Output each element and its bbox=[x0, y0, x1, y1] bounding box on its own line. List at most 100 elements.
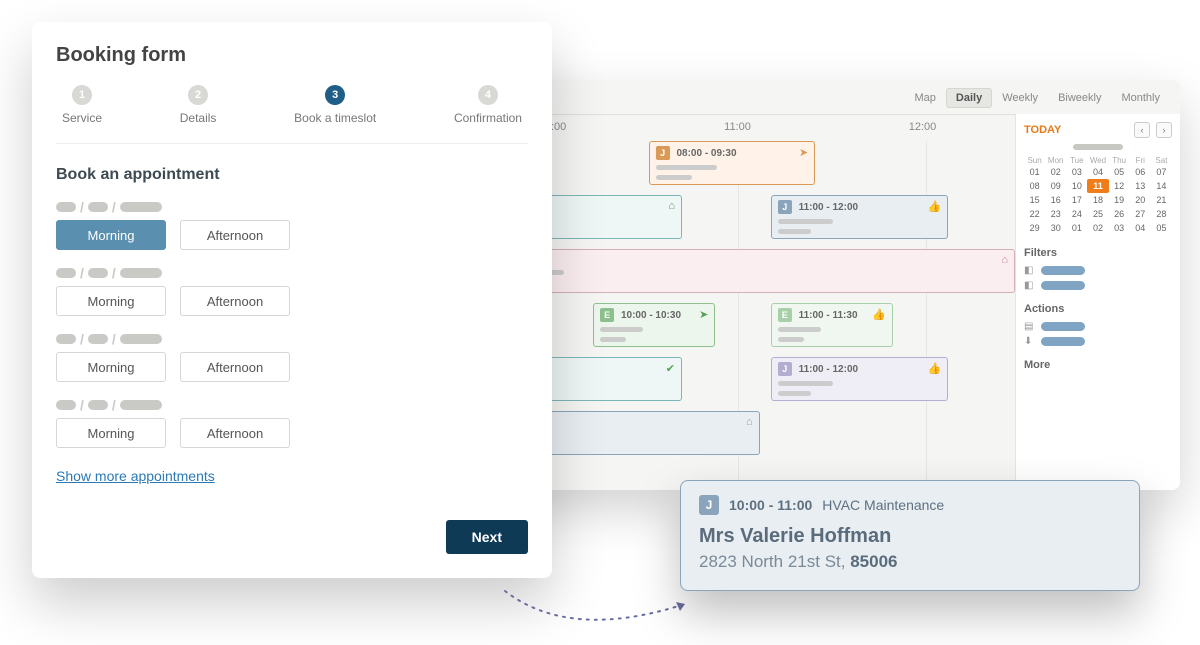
slot-morning-button[interactable]: Morning bbox=[56, 220, 166, 250]
mini-calendar-day[interactable]: 18 bbox=[1087, 193, 1108, 207]
thumbs-up-icon: 👍 bbox=[928, 200, 942, 213]
slot-afternoon-button[interactable]: Afternoon bbox=[180, 220, 290, 250]
action-item[interactable] bbox=[1041, 337, 1085, 346]
detail-tag: J bbox=[699, 495, 719, 515]
mini-calendar-day[interactable]: 08 bbox=[1024, 179, 1045, 193]
event-time: 11:00 - 11:30 bbox=[799, 310, 858, 321]
mini-calendar-day[interactable]: 15 bbox=[1024, 193, 1045, 207]
mini-calendar-day[interactable]: 29 bbox=[1024, 221, 1045, 235]
mini-calendar-day[interactable]: 04 bbox=[1130, 221, 1151, 235]
tab-monthly[interactable]: Monthly bbox=[1111, 88, 1170, 108]
mini-calendar-day[interactable]: 03 bbox=[1109, 221, 1130, 235]
slot-morning-button[interactable]: Morning bbox=[56, 286, 166, 316]
mini-calendar-day[interactable]: 02 bbox=[1045, 165, 1066, 179]
step-dot: 2 bbox=[188, 85, 208, 105]
mini-calendar-day[interactable]: 16 bbox=[1045, 193, 1066, 207]
mini-calendar-day[interactable]: 22 bbox=[1024, 207, 1045, 221]
appointment-detail-card: J 10:00 - 11:00 HVAC Maintenance Mrs Val… bbox=[680, 480, 1140, 591]
mini-calendar-day[interactable]: 21 bbox=[1151, 193, 1172, 207]
mini-calendar-day[interactable]: 14 bbox=[1151, 179, 1172, 193]
next-button[interactable]: › bbox=[1156, 122, 1172, 138]
detail-customer: Mrs Valerie Hoffman bbox=[699, 525, 1121, 548]
home-icon: ⌂ bbox=[746, 416, 753, 428]
show-more-link[interactable]: Show more appointments bbox=[56, 468, 215, 484]
detail-street: 2823 North 21st St, bbox=[699, 552, 850, 571]
next-button[interactable]: Next bbox=[446, 520, 528, 554]
dow: Tue bbox=[1066, 156, 1087, 165]
mini-calendar-day[interactable]: 02 bbox=[1087, 221, 1108, 235]
event-tag: J bbox=[778, 200, 792, 214]
event-tag: J bbox=[778, 362, 792, 376]
event-tag: J bbox=[656, 146, 670, 160]
detail-header: J 10:00 - 11:00 HVAC Maintenance bbox=[699, 495, 1121, 515]
mini-calendar-day[interactable]: 26 bbox=[1109, 207, 1130, 221]
booking-subheading: Book an appointment bbox=[56, 166, 528, 184]
mini-calendar-day[interactable]: 10 bbox=[1066, 179, 1087, 193]
mini-calendar-day[interactable]: 05 bbox=[1109, 165, 1130, 179]
today-button[interactable]: TODAY bbox=[1024, 124, 1061, 136]
mini-calendar-day[interactable]: 04 bbox=[1087, 165, 1108, 179]
mini-calendar-day[interactable]: 25 bbox=[1087, 207, 1108, 221]
connector-arrow bbox=[500, 586, 700, 636]
mini-calendar-day[interactable]: 19 bbox=[1109, 193, 1130, 207]
home-icon: ⌂ bbox=[668, 200, 675, 212]
detail-service: HVAC Maintenance bbox=[822, 497, 944, 513]
mini-calendar-day[interactable]: 11 bbox=[1087, 179, 1108, 193]
event-card[interactable]: J 11:00 - 12:00 👍 bbox=[771, 195, 949, 239]
mini-calendar-day[interactable]: 07 bbox=[1151, 165, 1172, 179]
event-card[interactable]: J 08:00 - 09:30 ➤ bbox=[649, 141, 816, 185]
event-time: 11:00 - 12:00 bbox=[799, 202, 859, 213]
slot-afternoon-button[interactable]: Afternoon bbox=[180, 286, 290, 316]
tab-weekly[interactable]: Weekly bbox=[992, 88, 1048, 108]
mini-calendar-day[interactable]: 12 bbox=[1109, 179, 1130, 193]
mini-calendar-day[interactable]: 24 bbox=[1066, 207, 1087, 221]
dow: Mon bbox=[1045, 156, 1066, 165]
mini-calendar-day[interactable]: 01 bbox=[1024, 165, 1045, 179]
tab-map[interactable]: Map bbox=[904, 88, 945, 108]
slot-group: // Morning Afternoon bbox=[56, 334, 528, 382]
date-placeholder: // bbox=[56, 202, 528, 212]
mini-calendar-day[interactable]: 30 bbox=[1045, 221, 1066, 235]
mini-calendar-day[interactable]: 05 bbox=[1151, 221, 1172, 235]
event-card[interactable]: E 10:00 - 10:30 ➤ bbox=[593, 303, 715, 347]
slot-group: // Morning Afternoon bbox=[56, 400, 528, 448]
tab-daily[interactable]: Daily bbox=[946, 88, 992, 108]
mini-calendar-day[interactable]: 03 bbox=[1066, 165, 1087, 179]
filter-item[interactable] bbox=[1041, 266, 1085, 275]
event-card[interactable]: J 11:00 - 12:00 👍 bbox=[771, 357, 949, 401]
mini-calendar-day[interactable]: 09 bbox=[1045, 179, 1066, 193]
mini-calendar-day[interactable]: 20 bbox=[1130, 193, 1151, 207]
mini-calendar-day[interactable]: 28 bbox=[1151, 207, 1172, 221]
step-label: Service bbox=[62, 111, 102, 125]
location-icon: ➤ bbox=[799, 146, 808, 159]
mini-calendar-day[interactable]: 01 bbox=[1066, 221, 1087, 235]
step-service[interactable]: 1 Service bbox=[62, 85, 102, 125]
detail-zip: 85006 bbox=[850, 552, 897, 571]
mini-calendar[interactable]: Sun Mon Tue Wed Thu Fri Sat 010203040506… bbox=[1024, 156, 1172, 235]
step-confirmation[interactable]: 4 Confirmation bbox=[454, 85, 522, 125]
slot-afternoon-button[interactable]: Afternoon bbox=[180, 418, 290, 448]
slot-morning-button[interactable]: Morning bbox=[56, 418, 166, 448]
mini-calendar-day[interactable]: 13 bbox=[1130, 179, 1151, 193]
filter-item[interactable] bbox=[1041, 281, 1085, 290]
prev-button[interactable]: ‹ bbox=[1134, 122, 1150, 138]
event-card[interactable]: E 11:00 - 11:30 👍 bbox=[771, 303, 893, 347]
location-icon: ➤ bbox=[699, 308, 708, 321]
filters-heading: Filters bbox=[1024, 247, 1172, 259]
slot-group: // Morning Afternoon bbox=[56, 202, 528, 250]
slot-morning-button[interactable]: Morning bbox=[56, 352, 166, 382]
mini-calendar-day[interactable]: 27 bbox=[1130, 207, 1151, 221]
hour-label: 12:00 bbox=[830, 121, 1015, 133]
tab-biweekly[interactable]: Biweekly bbox=[1048, 88, 1111, 108]
thumbs-up-icon: 👍 bbox=[928, 362, 942, 375]
booking-card: Booking form 1 Service 2 Details 3 Book … bbox=[32, 22, 552, 578]
step-details[interactable]: 2 Details bbox=[180, 85, 217, 125]
mini-calendar-day[interactable]: 23 bbox=[1045, 207, 1066, 221]
mini-calendar-day[interactable]: 06 bbox=[1130, 165, 1151, 179]
mini-calendar-day[interactable]: 17 bbox=[1066, 193, 1087, 207]
dow: Wed bbox=[1087, 156, 1108, 165]
action-item[interactable] bbox=[1041, 322, 1085, 331]
slot-afternoon-button[interactable]: Afternoon bbox=[180, 352, 290, 382]
calendar-body: 10:00 11:00 12:00 J 08:00 - 09:30 ➤ bbox=[460, 114, 1180, 490]
step-timeslot[interactable]: 3 Book a timeslot bbox=[294, 85, 376, 125]
